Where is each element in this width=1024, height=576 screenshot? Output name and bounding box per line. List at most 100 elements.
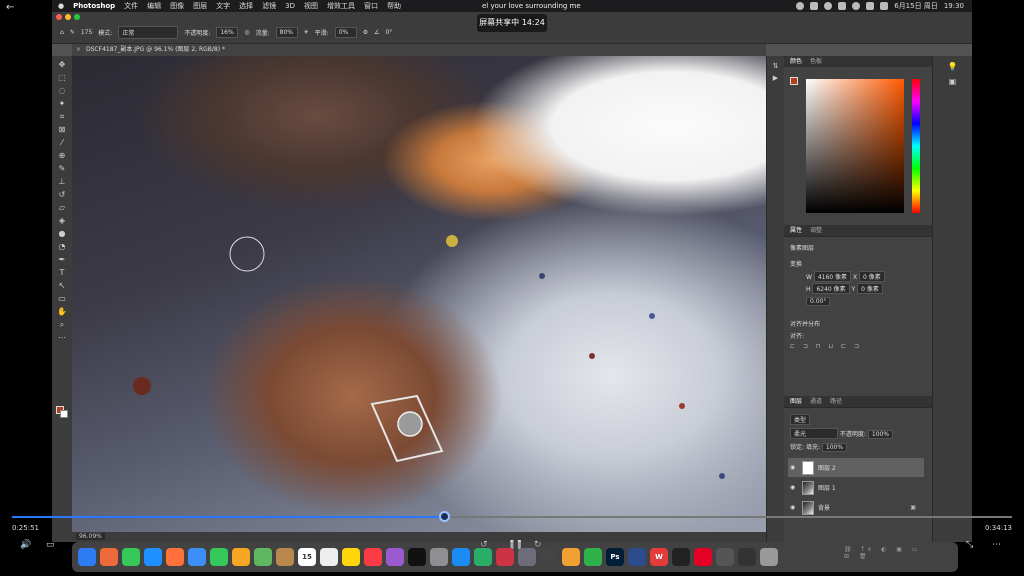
zoom-level[interactable]: 96.09% xyxy=(76,533,105,540)
time-text[interactable]: 19:30 xyxy=(944,2,964,10)
brush-tool-icon-left[interactable]: ✎ xyxy=(57,164,67,174)
brush-tool-icon[interactable]: ✎ xyxy=(70,29,75,36)
libraries-icon[interactable]: ▣ xyxy=(933,77,972,86)
exit-fullscreen-icon[interactable]: ⤡ xyxy=(966,540,973,550)
screenshot-icon[interactable] xyxy=(716,548,734,566)
more-tools-icon[interactable]: ⋯ xyxy=(57,333,67,343)
menu-3d[interactable]: 3D xyxy=(285,2,295,10)
smoothing-field[interactable]: 0% xyxy=(334,27,357,38)
photoshop-icon[interactable]: Ps xyxy=(606,548,624,566)
reminders-icon[interactable] xyxy=(320,548,338,566)
paint-bucket-tool-icon[interactable]: ◈ xyxy=(57,216,67,226)
layer-name[interactable]: 图层 2 xyxy=(818,463,836,472)
facetime-icon[interactable] xyxy=(210,548,228,566)
firefox-icon[interactable] xyxy=(166,548,184,566)
tab-layers[interactable]: 图层 xyxy=(790,396,802,407)
status-icon-5[interactable] xyxy=(852,2,861,10)
flow-field[interactable]: 80% xyxy=(275,27,298,38)
eyedropper-tool-icon[interactable]: ⁄ xyxy=(57,138,67,148)
eye-icon[interactable]: ◉ xyxy=(790,504,798,511)
launchpad-icon[interactable] xyxy=(100,548,118,566)
quicktime-icon[interactable] xyxy=(628,548,646,566)
eye-icon[interactable]: ◉ xyxy=(790,484,798,491)
layer-opacity-field[interactable]: 100% xyxy=(867,430,894,439)
photo-booth-icon[interactable] xyxy=(496,548,514,566)
background-color-swatch[interactable] xyxy=(60,410,68,418)
marquee-tool-icon[interactable]: ⬚ xyxy=(57,73,67,83)
gear-icon[interactable]: ⚙ xyxy=(363,29,368,36)
menu-file[interactable]: 文件 xyxy=(124,1,138,11)
menu-select[interactable]: 选择 xyxy=(239,1,253,11)
app-menu[interactable]: Photoshop xyxy=(73,2,115,10)
back-arrow-icon[interactable]: ← xyxy=(6,2,14,13)
transform-label[interactable]: 变换 xyxy=(790,259,802,268)
messages-icon[interactable] xyxy=(122,548,140,566)
control-center-icon[interactable] xyxy=(880,2,889,10)
height-field[interactable]: 6240 像素 xyxy=(812,283,850,294)
minimize-window-button[interactable] xyxy=(65,14,71,20)
apple-icon[interactable]: ● xyxy=(58,2,64,10)
finder-icon[interactable] xyxy=(78,548,96,566)
blend-mode-select[interactable]: 柔光 xyxy=(790,428,838,439)
status-icon-3[interactable] xyxy=(824,2,833,10)
zoom-window-button[interactable] xyxy=(74,14,80,20)
wps-icon[interactable]: W xyxy=(650,548,668,566)
menu-plugins[interactable]: 增效工具 xyxy=(327,1,355,11)
tab-properties[interactable]: 属性 xyxy=(790,225,802,236)
dodge-tool-icon[interactable]: ◔ xyxy=(57,242,67,252)
app-store-icon[interactable] xyxy=(452,548,470,566)
airbrush-icon[interactable]: ✈ xyxy=(304,29,309,36)
align-label[interactable]: 对齐并分布 xyxy=(790,319,820,328)
wifi-icon[interactable] xyxy=(866,2,875,10)
close-tab-icon[interactable]: × xyxy=(76,44,81,56)
opacity-field[interactable]: 16% xyxy=(216,27,239,38)
document-canvas[interactable] xyxy=(72,56,766,532)
lasso-tool-icon[interactable]: ◌ xyxy=(57,86,67,96)
align-buttons-icon[interactable]: ⊏ ⊐ ⊓ ⊔ ⊏ ⊐ xyxy=(790,343,862,350)
menu-help[interactable]: 帮助 xyxy=(387,1,401,11)
status-icon-2[interactable] xyxy=(810,2,819,10)
angle-value[interactable]: 0° xyxy=(385,29,392,36)
iphone-mirror-icon[interactable] xyxy=(540,548,558,566)
menu-filter[interactable]: 滤镜 xyxy=(262,1,276,11)
x-field[interactable]: 0 像素 xyxy=(859,271,885,282)
safari-icon[interactable] xyxy=(144,548,162,566)
bear-icon[interactable] xyxy=(276,548,294,566)
layer-name[interactable]: 图层 1 xyxy=(818,483,836,492)
brush-size[interactable]: 175 xyxy=(81,29,92,36)
calendar-icon[interactable]: 15 xyxy=(298,548,316,566)
maps-icon[interactable] xyxy=(254,548,272,566)
crop-tool-icon[interactable]: ⌗ xyxy=(57,112,67,122)
wechat-icon[interactable] xyxy=(474,548,492,566)
tab-adjustments[interactable]: 调整 xyxy=(810,225,822,236)
history-brush-tool-icon[interactable]: ↺ xyxy=(57,190,67,200)
layer-row[interactable]: ◉ 背景 ▣ xyxy=(788,498,924,517)
document-tab[interactable]: × DSCF4187_副本.JPG @ 96.1% (图层 2, RGB/8) … xyxy=(72,44,766,56)
layer-name[interactable]: 背景 xyxy=(818,503,830,512)
system-settings-icon[interactable] xyxy=(430,548,448,566)
magic-wand-tool-icon[interactable]: ✦ xyxy=(57,99,67,109)
menu-window[interactable]: 窗口 xyxy=(364,1,378,11)
layer-row[interactable]: ◉ 图层 1 xyxy=(788,478,924,497)
type-tool-icon[interactable]: T xyxy=(57,268,67,278)
keyboard-icon[interactable] xyxy=(738,548,756,566)
menu-edit[interactable]: 编辑 xyxy=(147,1,161,11)
actions-panel-icon[interactable]: ▶ xyxy=(767,74,784,82)
menu-type[interactable]: 文字 xyxy=(216,1,230,11)
subtitle-icon[interactable]: ▭ xyxy=(46,540,55,550)
podcasts-icon[interactable] xyxy=(386,548,404,566)
history-panel-icon[interactable]: ⇅ xyxy=(767,62,784,70)
menu-layer[interactable]: 图层 xyxy=(193,1,207,11)
close-window-button[interactable] xyxy=(56,14,62,20)
saturation-brightness-picker[interactable] xyxy=(806,79,904,213)
music-icon[interactable] xyxy=(364,548,382,566)
menu-image[interactable]: 图像 xyxy=(170,1,184,11)
eye-icon[interactable]: ◉ xyxy=(790,464,798,471)
move-tool-icon[interactable]: ✥ xyxy=(57,60,67,70)
learn-icon[interactable]: 💡 xyxy=(933,62,972,71)
pressure-opacity-icon[interactable]: ◎ xyxy=(244,29,249,36)
hand-tool-icon[interactable]: ✋ xyxy=(57,307,67,317)
tab-paths[interactable]: 路径 xyxy=(830,396,842,407)
y-field[interactable]: 0 像素 xyxy=(857,283,883,294)
status-icon-4[interactable] xyxy=(838,2,847,10)
